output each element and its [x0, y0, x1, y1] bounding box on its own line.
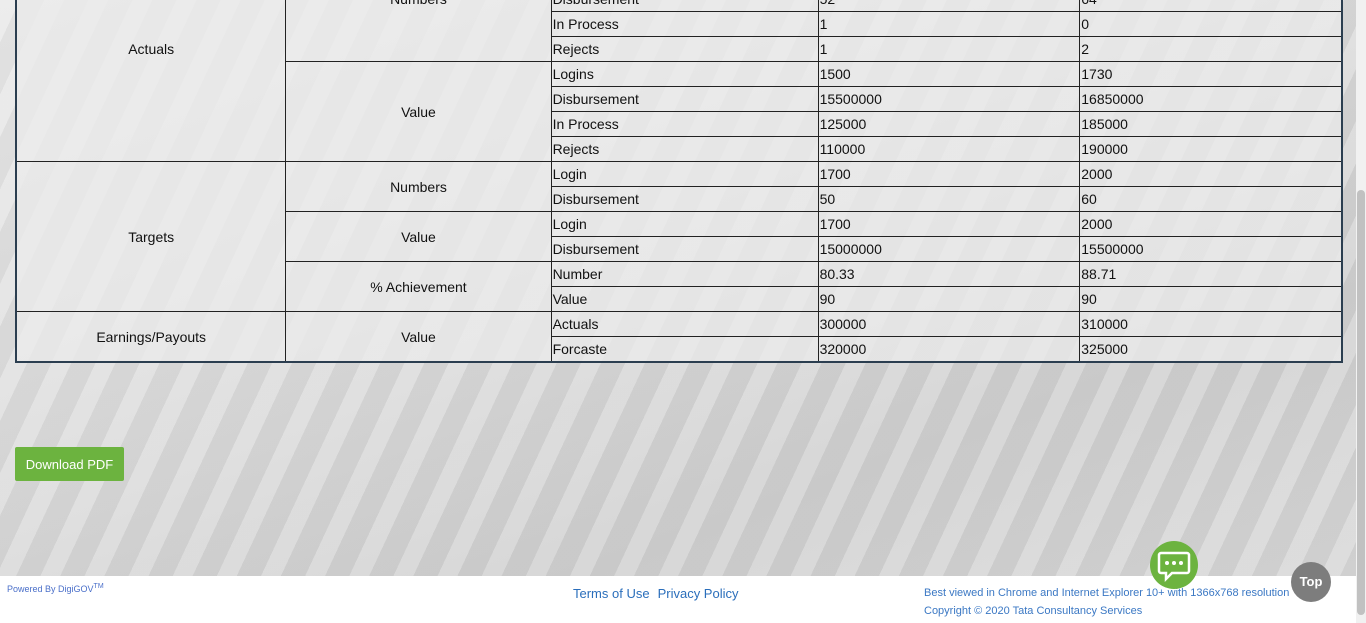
metric-value: 60: [1079, 186, 1343, 212]
metric-label: Forcaste: [550, 336, 819, 363]
metric-value: 2000: [1079, 211, 1343, 237]
copyright-text: Copyright © 2020 Tata Consultancy Servic…: [924, 605, 1143, 617]
metric-value: 1: [817, 36, 1081, 62]
metric-value: 2000: [1079, 161, 1343, 187]
metric-label: Disbursement: [550, 0, 819, 12]
metric-label: In Process: [550, 111, 819, 137]
metric-label: Disbursement: [550, 236, 819, 262]
metric-value: 64: [1079, 0, 1343, 12]
metric-value: 88.71: [1079, 261, 1343, 287]
metric-label: Login: [550, 211, 819, 237]
scroll-top-button[interactable]: Top: [1291, 562, 1331, 602]
metric-value: 190000: [1079, 136, 1343, 162]
group-label: Targets: [15, 161, 287, 312]
chat-bubble-icon: [1157, 551, 1191, 583]
metric-value: 50: [817, 186, 1081, 212]
subgroup-label: Numbers: [285, 0, 552, 62]
subgroup-label: Value: [285, 61, 552, 162]
table-row: Earnings/Payouts Value Actuals 300000 310000: [15, 311, 1343, 363]
report-table-container: ActualsNumbers Sanctions5466Disbursement…: [15, 0, 1343, 363]
table-row: Targets Numbers Login 1700 2000: [15, 161, 1343, 312]
metric-value: 90: [817, 286, 1081, 312]
subgroup-label: Numbers: [285, 161, 552, 212]
download-pdf-button[interactable]: Download PDF: [15, 447, 124, 481]
terms-link[interactable]: Terms of Use: [573, 586, 650, 601]
group-label: Actuals: [15, 0, 287, 162]
metric-value: 310000: [1079, 311, 1343, 337]
metric-value: 80.33: [817, 261, 1081, 287]
metric-value: 90: [1079, 286, 1343, 312]
metric-value: 1700: [817, 161, 1081, 187]
metric-value: 1730: [1079, 61, 1343, 87]
subgroup-label: Value: [285, 211, 552, 262]
subgroup-label: % Achievement: [285, 261, 552, 312]
metric-value: 125000: [817, 111, 1081, 137]
metric-value: 325000: [1079, 336, 1343, 363]
metric-label: Disbursement: [550, 186, 819, 212]
metric-value: 15000000: [817, 236, 1081, 262]
report-table: ActualsNumbers Sanctions5466Disbursement…: [15, 0, 1343, 363]
metric-label: Number: [550, 261, 819, 287]
scrollbar-thumb[interactable]: [1357, 190, 1365, 615]
scrollbar[interactable]: [1356, 0, 1366, 623]
privacy-link[interactable]: Privacy Policy: [658, 586, 739, 601]
metric-value: 2: [1079, 36, 1343, 62]
trademark: TM: [93, 583, 104, 590]
metric-label: In Process: [550, 11, 819, 37]
metric-value: 185000: [1079, 111, 1343, 137]
chat-button[interactable]: [1150, 541, 1198, 589]
metric-label: Value: [550, 286, 819, 312]
powered-by-text: Powered By DigiGOV: [7, 584, 94, 594]
metric-value: 110000: [817, 136, 1081, 162]
metric-value: 1700: [817, 211, 1081, 237]
group-label: Earnings/Payouts: [15, 311, 287, 363]
metric-value: 52: [817, 0, 1081, 12]
metric-label: Actuals: [550, 311, 819, 337]
metric-value: 0: [1079, 11, 1343, 37]
metric-label: Login: [550, 161, 819, 187]
metric-value: 15500000: [817, 86, 1081, 112]
powered-by: Powered By DigiGOVTM: [7, 583, 104, 594]
best-viewed-text: Best viewed in Chrome and Internet Explo…: [924, 587, 1290, 599]
metric-label: Logins: [550, 61, 819, 87]
metric-value: 300000: [817, 311, 1081, 337]
metric-value: 15500000: [1079, 236, 1343, 262]
metric-label: Disbursement: [550, 86, 819, 112]
metric-value: 320000: [817, 336, 1081, 363]
subgroup-label: Value: [285, 311, 552, 363]
metric-label: Rejects: [550, 36, 819, 62]
metric-value: 1500: [817, 61, 1081, 87]
metric-value: 1: [817, 11, 1081, 37]
metric-value: 16850000: [1079, 86, 1343, 112]
metric-label: Rejects: [550, 136, 819, 162]
